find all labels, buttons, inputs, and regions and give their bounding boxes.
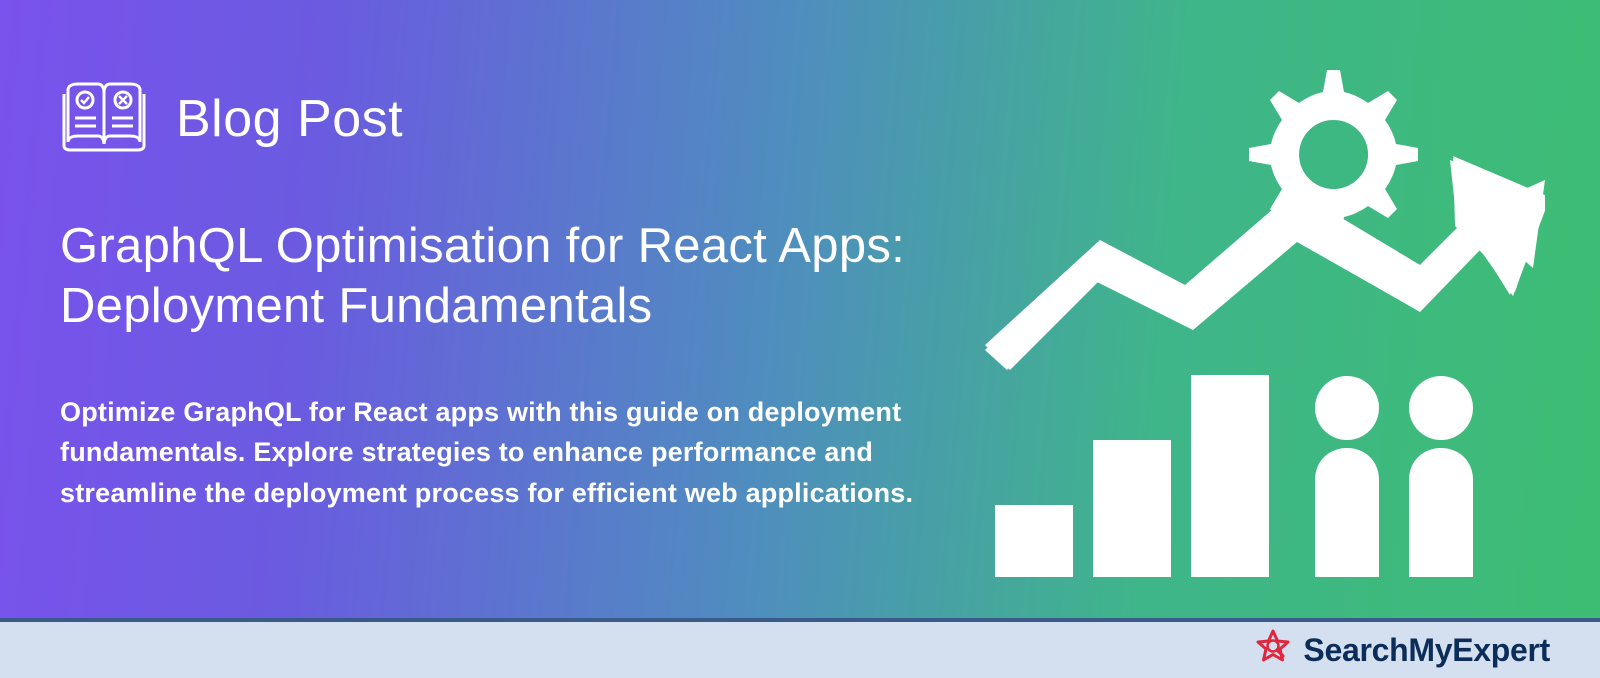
arrow-up-icon <box>985 158 1545 370</box>
brand-name: SearchMyExpert <box>1303 632 1550 669</box>
bar-chart-icon <box>995 375 1269 577</box>
kicker-label: Blog Post <box>176 89 403 149</box>
brand-logo[interactable]: SearchMyExpert <box>1253 628 1550 673</box>
post-description: Optimize GraphQL for React apps with thi… <box>60 392 940 514</box>
people-icon <box>1315 376 1473 577</box>
kicker-row: Blog Post <box>60 80 940 157</box>
footer-bar: SearchMyExpert <box>0 618 1600 678</box>
blog-banner: Blog Post GraphQL Optimisation for React… <box>0 0 1600 618</box>
growth-illustration <box>985 50 1545 580</box>
gear-icon <box>1249 70 1418 239</box>
post-title: GraphQL Optimisation for React Apps: Dep… <box>60 217 940 337</box>
banner-content: Blog Post GraphQL Optimisation for React… <box>0 0 1000 513</box>
book-icon <box>60 80 148 157</box>
star-magnifier-icon <box>1253 628 1293 673</box>
